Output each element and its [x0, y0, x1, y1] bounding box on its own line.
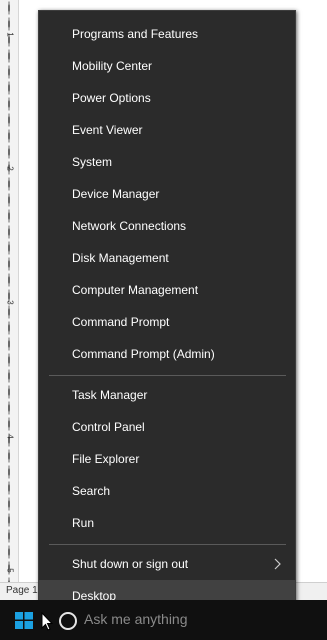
menu-item-programs-and-features[interactable]: Programs and Features — [39, 18, 295, 50]
menu-item-file-explorer[interactable]: File Explorer — [39, 443, 295, 475]
menu-item-label: System — [72, 155, 113, 169]
windows-logo-icon — [15, 612, 33, 629]
menu-item-event-viewer[interactable]: Event Viewer — [39, 114, 295, 146]
menu-item-shut-down-or-sign-out[interactable]: Shut down or sign out — [39, 548, 295, 580]
menu-item-label: Event Viewer — [72, 123, 143, 137]
menu-item-label: Control Panel — [72, 420, 145, 434]
menu-item-computer-management[interactable]: Computer Management — [39, 274, 295, 306]
menu-item-device-manager[interactable]: Device Manager — [39, 178, 295, 210]
menu-item-command-prompt[interactable]: Command Prompt — [39, 306, 295, 338]
vertical-ruler: 1 2 3 4 5 — [0, 0, 19, 585]
menu-item-label: Power Options — [72, 91, 151, 105]
menu-item-label: Programs and Features — [72, 27, 199, 41]
ruler-number: 3 — [5, 300, 15, 305]
menu-item-power-options[interactable]: Power Options — [39, 82, 295, 114]
menu-separator — [49, 544, 286, 545]
menu-item-label: Task Manager — [72, 388, 148, 402]
ruler-number: 4 — [5, 434, 15, 439]
ruler-number: 5 — [5, 568, 15, 573]
menu-item-label: Search — [72, 484, 111, 498]
menu-item-mobility-center[interactable]: Mobility Center — [39, 50, 295, 82]
chevron-right-icon — [274, 558, 281, 570]
ruler-number: 2 — [5, 166, 15, 171]
power-user-menu: Programs and Features Mobility Center Po… — [38, 10, 296, 616]
menu-item-label: Run — [72, 516, 95, 530]
menu-item-command-prompt-admin[interactable]: Command Prompt (Admin) — [39, 338, 295, 370]
menu-separator — [49, 375, 286, 376]
page-indicator[interactable]: Page 1 — [6, 585, 38, 596]
menu-item-label: Shut down or sign out — [72, 557, 189, 571]
menu-item-label: Network Connections — [72, 219, 187, 233]
cortana-circle-icon[interactable] — [59, 612, 77, 630]
menu-item-label: Device Manager — [72, 187, 160, 201]
menu-item-label: Command Prompt (Admin) — [72, 347, 215, 361]
menu-item-run[interactable]: Run — [39, 507, 295, 539]
menu-item-search[interactable]: Search — [39, 475, 295, 507]
menu-item-control-panel[interactable]: Control Panel — [39, 411, 295, 443]
menu-item-disk-management[interactable]: Disk Management — [39, 242, 295, 274]
ruler-ticks — [8, 0, 10, 585]
menu-item-task-manager[interactable]: Task Manager — [39, 379, 295, 411]
mouse-cursor-icon — [41, 612, 53, 631]
menu-item-label: Disk Management — [72, 251, 169, 265]
search-box[interactable]: Ask me anything — [84, 611, 188, 627]
ruler-number: 1 — [5, 32, 15, 37]
menu-item-network-connections[interactable]: Network Connections — [39, 210, 295, 242]
menu-item-label: Mobility Center — [72, 59, 153, 73]
menu-item-label: File Explorer — [72, 452, 140, 466]
menu-item-label: Computer Management — [72, 283, 199, 297]
menu-item-system[interactable]: System — [39, 146, 295, 178]
menu-item-label: Command Prompt — [72, 315, 170, 329]
